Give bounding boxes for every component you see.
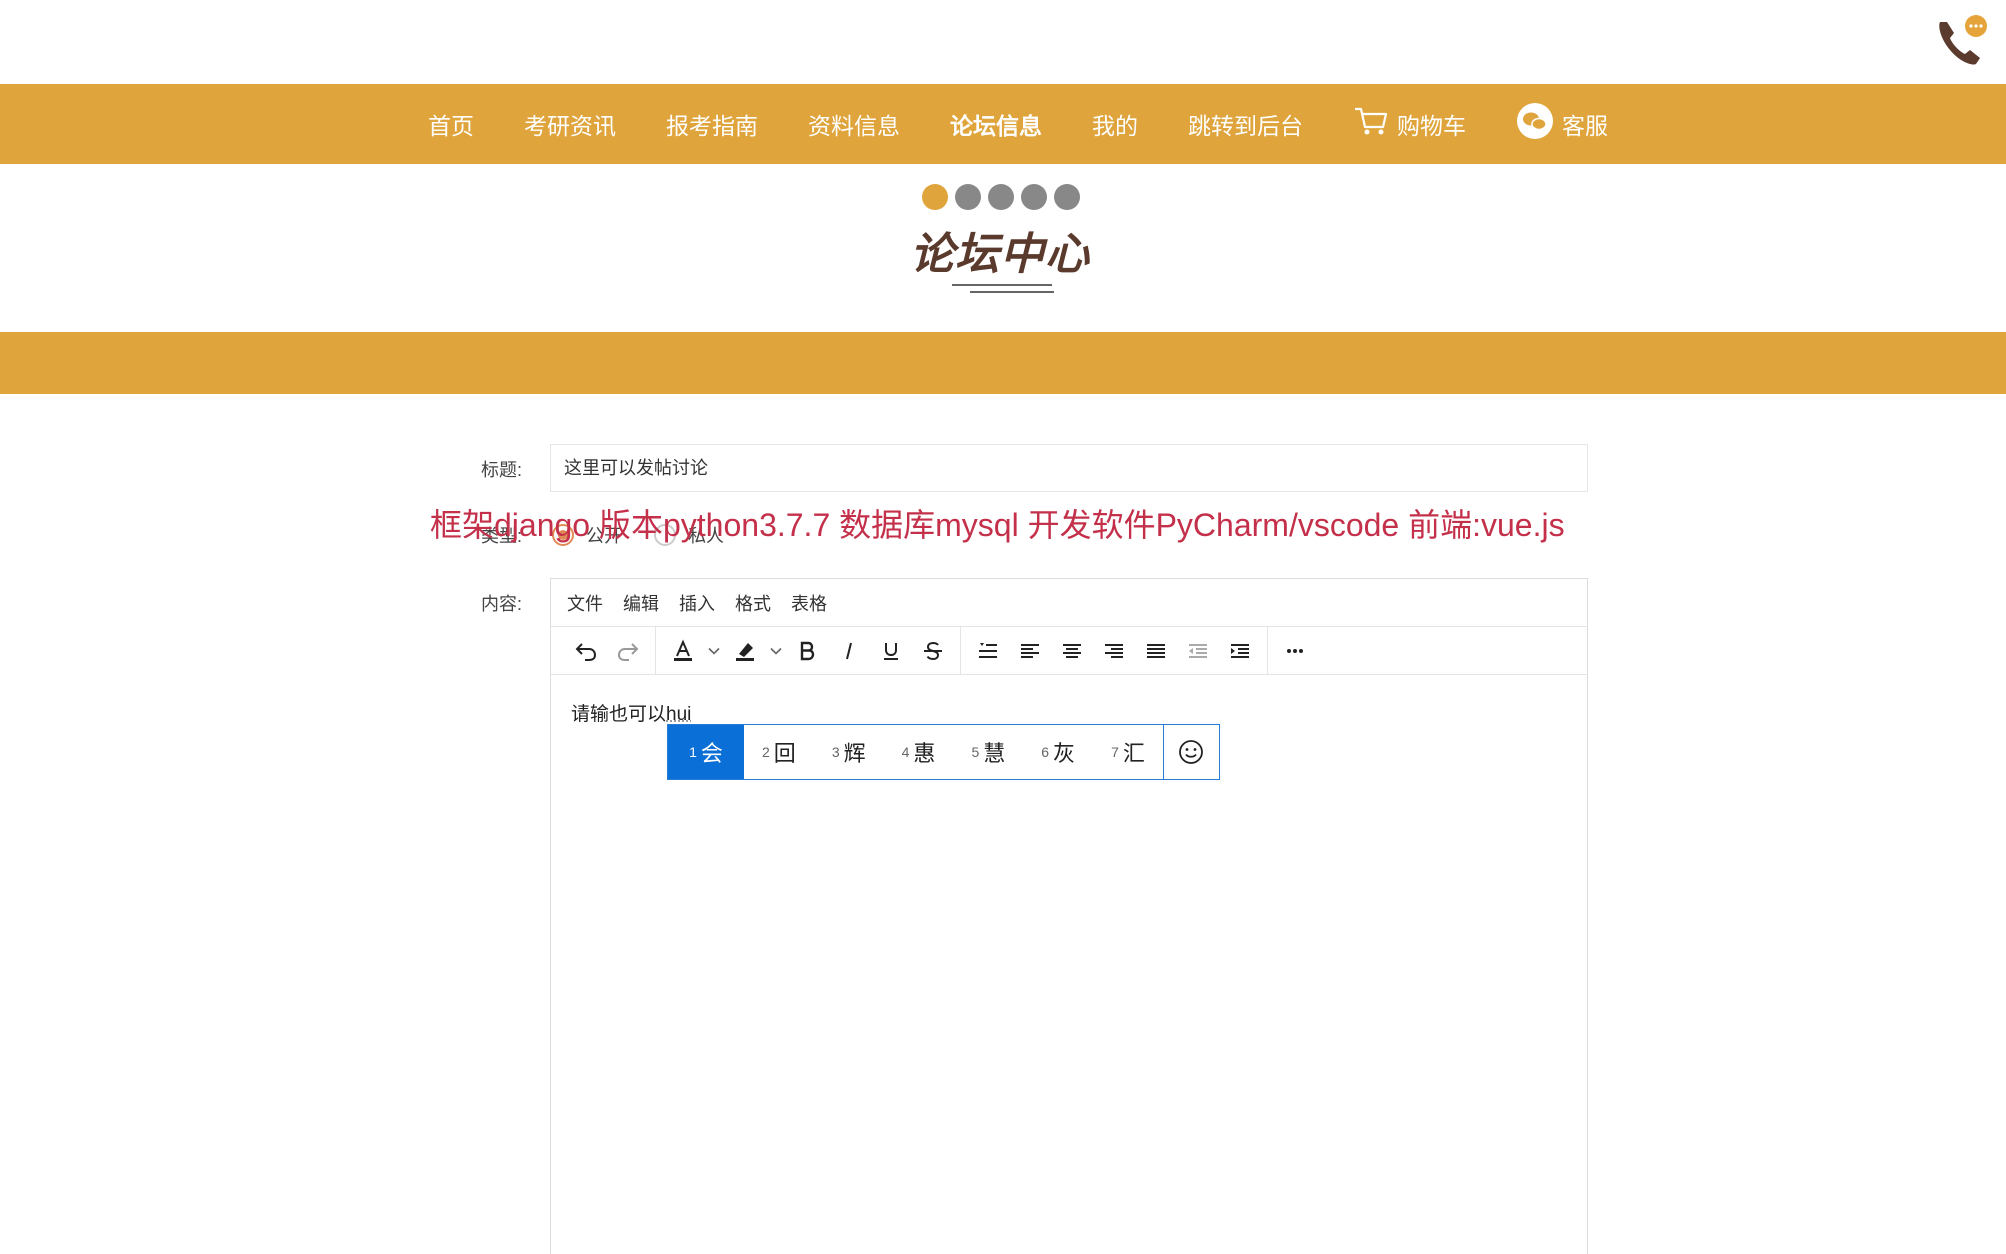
title-label: 标题: [432,456,522,482]
ime-candidate[interactable]: 3辉 [814,725,884,779]
font-color-icon[interactable] [662,633,704,669]
candidate-number: 2 [762,744,770,760]
indent-icon[interactable] [1219,633,1261,669]
ime-candidate[interactable]: 7汇 [1093,725,1163,779]
align-right-icon[interactable] [1093,633,1135,669]
menu-edit[interactable]: 编辑 [623,590,659,616]
candidate-char: 慧 [983,736,1005,768]
content-text: 请输也可以 [571,704,666,725]
menu-table[interactable]: 表格 [791,590,827,616]
format-group [656,627,961,675]
wechat-icon [1516,102,1554,146]
nav-item-service[interactable]: 客服 [1516,102,1608,146]
ime-candidate-window: 1会 2回 3辉 4惠 5慧 6灰 7汇 [667,724,1220,780]
menu-format[interactable]: 格式 [735,590,771,616]
candidate-number: 1 [689,744,697,760]
justify-icon[interactable] [1135,633,1177,669]
top-bar [0,0,2006,84]
align-group [961,627,1268,675]
cart-icon [1353,105,1389,143]
nav-label: 考研资讯 [524,107,616,141]
more-group [1268,627,1322,675]
ime-candidate[interactable]: 5慧 [953,725,1023,779]
carousel-dot[interactable] [1021,184,1047,210]
nav-item-mine[interactable]: 我的 [1092,107,1138,141]
phone-icon[interactable] [1932,12,1988,68]
nav-item-guide[interactable]: 报考指南 [666,107,758,141]
title-underline [952,284,1052,286]
emoji-icon[interactable] [1163,725,1219,779]
nav-item-forum[interactable]: 论坛信息 [950,107,1042,141]
candidate-number: 5 [971,744,979,760]
nav-label: 客服 [1562,107,1608,141]
italic-icon[interactable] [828,633,870,669]
strikethrough-icon[interactable] [912,633,954,669]
ime-candidate[interactable]: 2回 [744,725,814,779]
candidate-char: 回 [774,736,796,768]
candidate-char: 辉 [844,736,866,768]
title-underline [970,291,1054,293]
candidate-char: 会 [701,736,723,768]
candidate-char: 惠 [913,736,935,768]
nav-item-home[interactable]: 首页 [428,107,474,141]
ime-candidate[interactable]: 4惠 [884,725,954,779]
rich-text-editor: 文件 编辑 插入 格式 表格 请输也可以hui [550,578,1588,1254]
underline-icon[interactable] [870,633,912,669]
nav-label: 资料信息 [808,107,900,141]
outdent-icon[interactable] [1177,633,1219,669]
editor-menubar: 文件 编辑 插入 格式 表格 [551,579,1587,627]
banner-band [0,332,2006,394]
nav-label: 跳转到后台 [1188,107,1303,141]
page-title: 论坛中心 [900,218,1100,282]
candidate-number: 3 [832,744,840,760]
undo-icon[interactable] [565,633,607,669]
chevron-down-icon[interactable] [704,633,724,669]
carousel-dots [922,184,1087,210]
nav-item-news[interactable]: 考研资讯 [524,107,616,141]
candidate-char: 汇 [1123,736,1145,768]
main-nav: 首页 考研资讯 报考指南 资料信息 论坛信息 我的 跳转到后台 购物车 客服 [0,84,2006,164]
candidate-number: 6 [1041,744,1049,760]
content-label: 内容: [432,590,522,616]
title-input[interactable]: 这里可以发帖讨论 [550,444,1588,492]
line-height-icon[interactable] [967,633,1009,669]
candidate-number: 4 [902,744,910,760]
chevron-down-icon[interactable] [766,633,786,669]
nav-label: 报考指南 [666,107,758,141]
nav-label: 论坛信息 [950,107,1042,141]
nav-label: 首页 [428,107,474,141]
carousel-dot[interactable] [988,184,1014,210]
carousel-dot[interactable] [955,184,981,210]
carousel-dot[interactable] [922,184,948,210]
highlight-icon[interactable] [724,633,766,669]
watermark-text: 框架django 版本python3.7.7 数据库mysql 开发软件PyCh… [430,500,1565,546]
nav-item-admin[interactable]: 跳转到后台 [1188,107,1303,141]
nav-item-cart[interactable]: 购物车 [1353,105,1466,143]
composing-text: hui [666,704,691,725]
history-group [559,627,656,675]
more-icon[interactable] [1274,633,1316,669]
ime-candidate[interactable]: 6灰 [1023,725,1093,779]
candidate-number: 7 [1111,744,1119,760]
ime-candidate[interactable]: 1会 [668,725,744,779]
align-center-icon[interactable] [1051,633,1093,669]
menu-insert[interactable]: 插入 [679,590,715,616]
nav-label: 购物车 [1397,107,1466,141]
bold-icon[interactable] [786,633,828,669]
candidate-char: 灰 [1053,736,1075,768]
nav-label: 我的 [1092,107,1138,141]
nav-items: 首页 考研资讯 报考指南 资料信息 论坛信息 我的 跳转到后台 购物车 客服 [428,84,1658,164]
nav-item-materials[interactable]: 资料信息 [808,107,900,141]
menu-file[interactable]: 文件 [567,590,603,616]
editor-toolbar [551,627,1587,675]
carousel-dot[interactable] [1054,184,1080,210]
align-left-icon[interactable] [1009,633,1051,669]
redo-icon[interactable] [607,633,649,669]
